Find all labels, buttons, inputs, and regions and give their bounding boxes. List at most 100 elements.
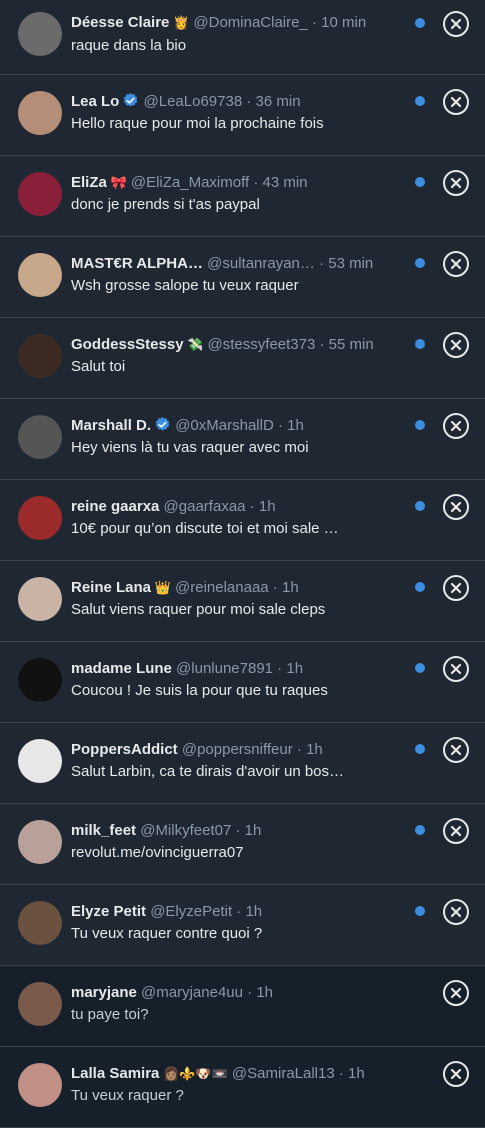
timestamp: 1h bbox=[287, 417, 304, 434]
avatar[interactable] bbox=[18, 12, 62, 56]
conversation-header: madame Lune @lunlune7891 · 1h bbox=[71, 659, 409, 679]
display-name[interactable]: PoppersAddict bbox=[71, 741, 178, 758]
close-icon bbox=[450, 177, 462, 189]
dismiss-button[interactable] bbox=[443, 818, 469, 844]
conversation-row[interactable]: madame Lune @lunlune7891 · 1h Coucou ! Je… bbox=[0, 642, 485, 723]
unread-indicator bbox=[415, 177, 425, 187]
display-name[interactable]: Lalla Samira bbox=[71, 1065, 159, 1082]
separator-dot: · bbox=[232, 903, 246, 920]
conversation-row[interactable]: Elyze Petit @ElyzePetit · 1h Tu veux raqu… bbox=[0, 885, 485, 966]
message-preview: Tu veux raquer ? bbox=[71, 1087, 184, 1104]
conversation-row[interactable]: GoddessStessy 💸 @stessyfeet373 · 55 min S… bbox=[0, 318, 485, 399]
message-preview: Hello raque pour moi la prochaine fois bbox=[71, 115, 324, 132]
dismiss-button[interactable] bbox=[443, 494, 469, 520]
dismiss-button[interactable] bbox=[443, 170, 469, 196]
close-icon bbox=[450, 825, 462, 837]
dismiss-button[interactable] bbox=[443, 413, 469, 439]
separator-dot: · bbox=[231, 822, 245, 839]
display-name[interactable]: MAST€R ALPHA… bbox=[71, 255, 203, 272]
avatar[interactable] bbox=[18, 172, 62, 216]
message-preview: Coucou ! Je suis la pour que tu raques bbox=[71, 682, 328, 699]
display-name[interactable]: EliZa bbox=[71, 174, 107, 191]
display-name[interactable]: maryjane bbox=[71, 984, 137, 1001]
dismiss-button[interactable] bbox=[443, 1061, 469, 1087]
timestamp: 1h bbox=[245, 903, 263, 920]
unread-indicator bbox=[415, 501, 425, 511]
dismiss-button[interactable] bbox=[443, 251, 469, 277]
display-name[interactable]: milk_feet bbox=[71, 822, 136, 839]
avatar[interactable] bbox=[18, 1063, 62, 1107]
conversation-header: Déesse Claire 👸 @DominaClaire_ · 10 min bbox=[71, 13, 409, 33]
name-emoji: 🎀 bbox=[106, 175, 127, 190]
avatar[interactable] bbox=[18, 334, 62, 378]
conversation-row[interactable]: maryjane @maryjane4uu · 1h tu paye toi? bbox=[0, 966, 485, 1047]
timestamp: 1h bbox=[348, 1065, 365, 1082]
conversation-row[interactable]: reine gaarxa @gaarfaxaa · 1h 10€ pour qu’… bbox=[0, 480, 485, 561]
timestamp: 1h bbox=[244, 822, 262, 839]
conversation-row[interactable]: milk_feet @Milkyfeet07 · 1h revolut.me/ov… bbox=[0, 804, 485, 885]
dismiss-button[interactable] bbox=[443, 11, 469, 37]
avatar[interactable] bbox=[18, 658, 62, 702]
timestamp: 10 min bbox=[321, 14, 367, 31]
close-icon bbox=[450, 582, 462, 594]
display-name[interactable]: Déesse Claire bbox=[71, 14, 169, 31]
conversation-header: Lea Lo @LeaLo69738 · 36 min bbox=[71, 92, 409, 112]
separator-dot: · bbox=[334, 1065, 349, 1082]
display-name[interactable]: Elyze Petit bbox=[71, 903, 146, 920]
avatar[interactable] bbox=[18, 415, 62, 459]
display-name[interactable]: madame Lune bbox=[71, 660, 172, 677]
close-icon bbox=[450, 339, 462, 351]
conversation-row[interactable]: EliZa 🎀 @EliZa_Maximoff · 43 min donc je … bbox=[0, 156, 485, 237]
dismiss-button[interactable] bbox=[443, 89, 469, 115]
conversation-header: GoddessStessy 💸 @stessyfeet373 · 55 min bbox=[71, 335, 409, 355]
avatar[interactable] bbox=[18, 982, 62, 1026]
avatar[interactable] bbox=[18, 496, 62, 540]
separator-dot: · bbox=[249, 174, 263, 191]
user-handle: @stessyfeet373 bbox=[203, 336, 316, 353]
timestamp: 1h bbox=[256, 984, 274, 1001]
display-name[interactable]: reine gaarxa bbox=[71, 498, 159, 515]
timestamp: 1h bbox=[281, 579, 299, 596]
conversation-row[interactable]: Déesse Claire 👸 @DominaClaire_ · 10 min r… bbox=[0, 0, 485, 75]
conversation-row[interactable]: Marshall D. @0xMarshallD · 1h Hey viens l… bbox=[0, 399, 485, 480]
message-preview: Tu veux raquer contre quoi ? bbox=[71, 925, 263, 942]
avatar[interactable] bbox=[18, 577, 62, 621]
avatar[interactable] bbox=[18, 820, 62, 864]
dismiss-button[interactable] bbox=[443, 332, 469, 358]
dismiss-button[interactable] bbox=[443, 899, 469, 925]
unread-indicator bbox=[415, 18, 425, 28]
timestamp: 1h bbox=[306, 741, 323, 758]
avatar[interactable] bbox=[18, 253, 62, 297]
close-icon bbox=[450, 420, 462, 432]
separator-dot: · bbox=[292, 741, 307, 758]
avatar[interactable] bbox=[18, 901, 62, 945]
user-handle: @lunlune7891 bbox=[171, 660, 274, 677]
separator-dot: · bbox=[273, 417, 288, 434]
display-name[interactable]: Lea Lo bbox=[71, 93, 119, 110]
user-handle: @EliZa_Maximoff bbox=[126, 174, 250, 191]
timestamp: 55 min bbox=[328, 336, 374, 353]
user-handle: @0xMarshallD bbox=[171, 417, 274, 434]
timestamp: 1h bbox=[286, 660, 304, 677]
dismiss-button[interactable] bbox=[443, 737, 469, 763]
conversation-row[interactable]: MAST€R ALPHA… @sultanrayan… · 53 min Wsh … bbox=[0, 237, 485, 318]
dismiss-button[interactable] bbox=[443, 980, 469, 1006]
conversation-row[interactable]: Lalla Samira 👩🏽⚜️🐶📼 @SamiraLall13 · 1h Tu… bbox=[0, 1047, 485, 1128]
display-name[interactable]: Marshall D. bbox=[71, 417, 151, 434]
display-name[interactable]: GoddessStessy bbox=[71, 336, 184, 353]
conversation-row[interactable]: Reine Lana 👑 @reinelanaaa · 1h Salut vien… bbox=[0, 561, 485, 642]
avatar[interactable] bbox=[18, 91, 62, 135]
conversation-row[interactable]: PoppersAddict @poppersniffeur · 1h Salut … bbox=[0, 723, 485, 804]
avatar[interactable] bbox=[18, 739, 62, 783]
conversation-header: reine gaarxa @gaarfaxaa · 1h bbox=[71, 497, 409, 517]
dismiss-button[interactable] bbox=[443, 575, 469, 601]
conversation-row[interactable]: Lea Lo @LeaLo69738 · 36 min Hello raque p… bbox=[0, 75, 485, 156]
separator-dot: · bbox=[315, 336, 329, 353]
dismiss-button[interactable] bbox=[443, 656, 469, 682]
user-handle: @maryjane4uu bbox=[136, 984, 243, 1001]
message-preview: donc je prends si t'as paypal bbox=[71, 196, 260, 213]
separator-dot: · bbox=[242, 93, 256, 110]
display-name[interactable]: Reine Lana bbox=[71, 579, 151, 596]
message-preview: Hey viens là tu vas raquer avec moi bbox=[71, 439, 309, 456]
message-preview: Salut toi bbox=[71, 358, 126, 375]
